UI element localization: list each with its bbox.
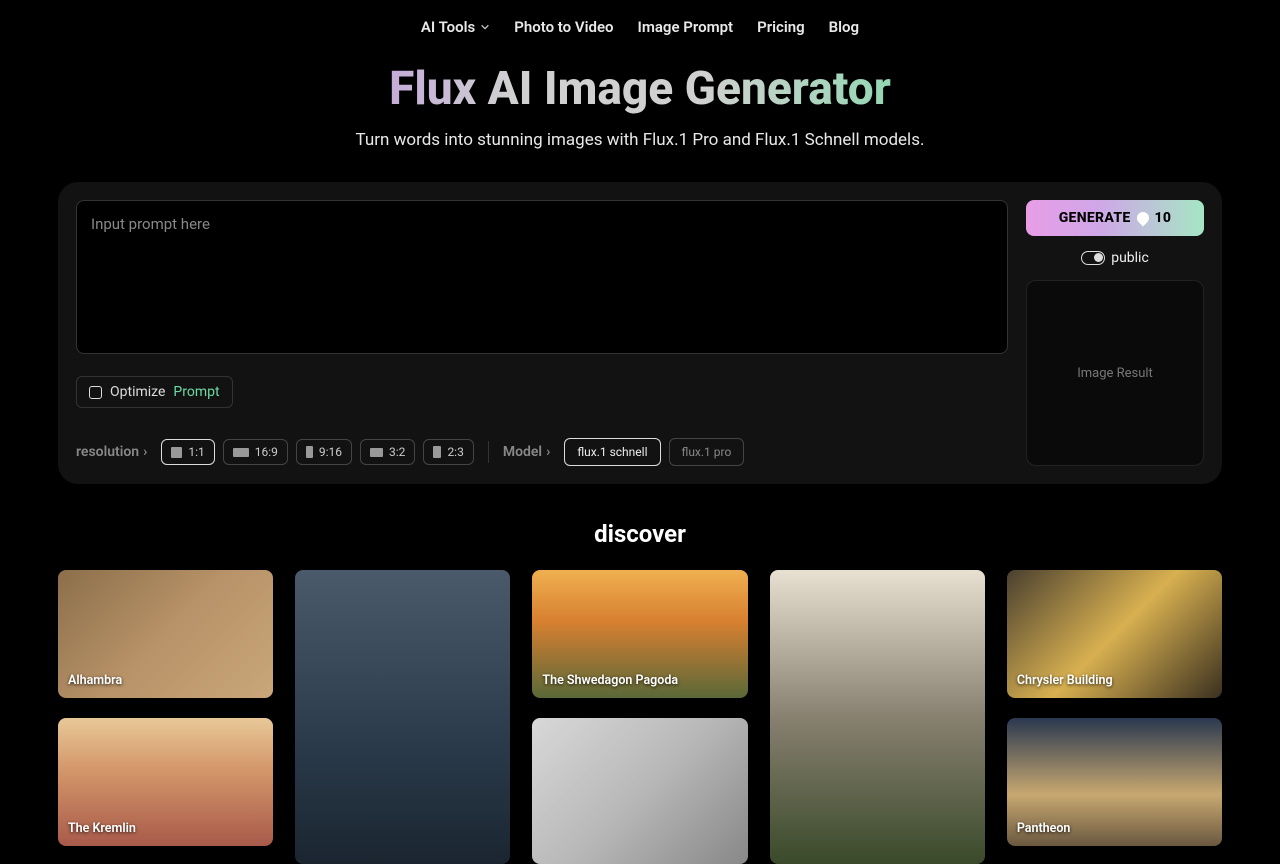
generator-panel: Optimize Prompt resolution › 1:1 16:9 9:16… <box>58 182 1222 484</box>
ratio-icon <box>233 448 249 457</box>
toggle-handle <box>1094 253 1103 262</box>
generate-label: GENERATE <box>1059 210 1131 226</box>
ratio-icon <box>306 446 313 458</box>
optimize-prompt-button[interactable]: Optimize Prompt <box>76 376 233 408</box>
gallery-caption: The Kremlin <box>68 821 136 836</box>
chevron-right-icon: › <box>546 444 550 460</box>
nav-ai-tools[interactable]: AI Tools <box>421 18 490 36</box>
chevron-down-icon <box>480 18 490 36</box>
gallery-item[interactable]: The Kremlin <box>58 718 273 846</box>
resolution-btn-2-3[interactable]: 2:3 <box>423 439 473 465</box>
gallery-col: Alhambra The Kremlin <box>58 570 273 864</box>
public-label: public <box>1111 250 1149 266</box>
ratio-label: 2:3 <box>447 445 463 459</box>
gallery-col: Chrysler Building Pantheon <box>1007 570 1222 864</box>
gallery-item[interactable]: Pantheon <box>1007 718 1222 846</box>
optimize-word-2: Prompt <box>173 384 219 400</box>
gallery-item[interactable] <box>770 570 985 864</box>
public-toggle-row: public <box>1026 250 1204 266</box>
resolution-options: 1:1 16:9 9:16 3:2 2:3 <box>161 439 474 465</box>
ratio-label: 3:2 <box>389 445 405 459</box>
divider <box>488 441 489 463</box>
model-options: flux.1 schnell flux.1 pro <box>564 438 744 466</box>
top-nav: AI Tools Photo to Video Image Prompt Pri… <box>0 0 1280 54</box>
prompt-input[interactable] <box>91 215 993 339</box>
resolution-label[interactable]: resolution › <box>76 444 147 460</box>
nav-pricing[interactable]: Pricing <box>757 18 805 36</box>
ratio-icon <box>171 447 182 458</box>
gallery-col <box>770 570 985 864</box>
prompt-container <box>76 200 1008 354</box>
gallery-item[interactable]: Alhambra <box>58 570 273 698</box>
resolution-btn-3-2[interactable]: 3:2 <box>360 439 415 465</box>
gallery-caption: Alhambra <box>68 673 122 688</box>
gallery-caption: The Shwedagon Pagoda <box>542 673 678 688</box>
ratio-icon <box>433 446 441 458</box>
generate-button[interactable]: GENERATE 10 <box>1026 200 1204 236</box>
optimize-row: Optimize Prompt <box>76 376 1008 408</box>
generator-right: GENERATE 10 public Image Result <box>1026 200 1204 466</box>
chevron-right-icon: › <box>143 444 147 460</box>
resolution-btn-16-9[interactable]: 16:9 <box>223 439 288 465</box>
discover-gallery: Alhambra The Kremlin The Shwedagon Pagoda… <box>58 570 1222 864</box>
gallery-col <box>295 570 510 864</box>
nav-image-prompt[interactable]: Image Prompt <box>638 18 734 36</box>
gallery-item[interactable] <box>295 570 510 864</box>
gallery-item[interactable] <box>532 718 747 864</box>
model-btn-flux-1-pro[interactable]: flux.1 pro <box>669 438 745 466</box>
gallery-image <box>295 570 510 864</box>
generate-credits: 10 <box>1155 210 1172 226</box>
controls-row: resolution › 1:1 16:9 9:16 3:2 2:3 Model › f… <box>76 438 1008 466</box>
page-subtitle: Turn words into stunning images with Flu… <box>0 130 1280 150</box>
checkbox-icon <box>89 386 102 399</box>
ratio-label: 1:1 <box>188 445 204 459</box>
generator-left: Optimize Prompt resolution › 1:1 16:9 9:16… <box>76 200 1008 466</box>
gallery-col: The Shwedagon Pagoda <box>532 570 747 864</box>
ratio-label: 9:16 <box>319 445 342 459</box>
gallery-caption: Chrysler Building <box>1017 673 1113 688</box>
ratio-label: 16:9 <box>255 445 278 459</box>
gallery-caption: Pantheon <box>1017 821 1071 836</box>
model-label[interactable]: Model › <box>503 444 550 460</box>
nav-label: AI Tools <box>421 18 475 36</box>
image-result-placeholder: Image Result <box>1026 280 1204 466</box>
gallery-image <box>532 718 747 864</box>
public-toggle[interactable] <box>1081 251 1105 265</box>
optimize-word-1: Optimize <box>110 384 165 400</box>
credit-icon <box>1134 210 1151 227</box>
ratio-icon <box>370 448 383 457</box>
gallery-image <box>770 570 985 864</box>
nav-photo-to-video[interactable]: Photo to Video <box>514 18 613 36</box>
nav-blog[interactable]: Blog <box>829 18 859 36</box>
gallery-item[interactable]: Chrysler Building <box>1007 570 1222 698</box>
page-title: Flux AI Image Generator <box>0 62 1280 116</box>
model-btn-flux-1-schnell[interactable]: flux.1 schnell <box>564 438 660 466</box>
discover-title: discover <box>0 520 1280 548</box>
gallery-item[interactable]: The Shwedagon Pagoda <box>532 570 747 698</box>
resolution-btn-1-1[interactable]: 1:1 <box>161 439 214 465</box>
resolution-btn-9-16[interactable]: 9:16 <box>296 439 352 465</box>
